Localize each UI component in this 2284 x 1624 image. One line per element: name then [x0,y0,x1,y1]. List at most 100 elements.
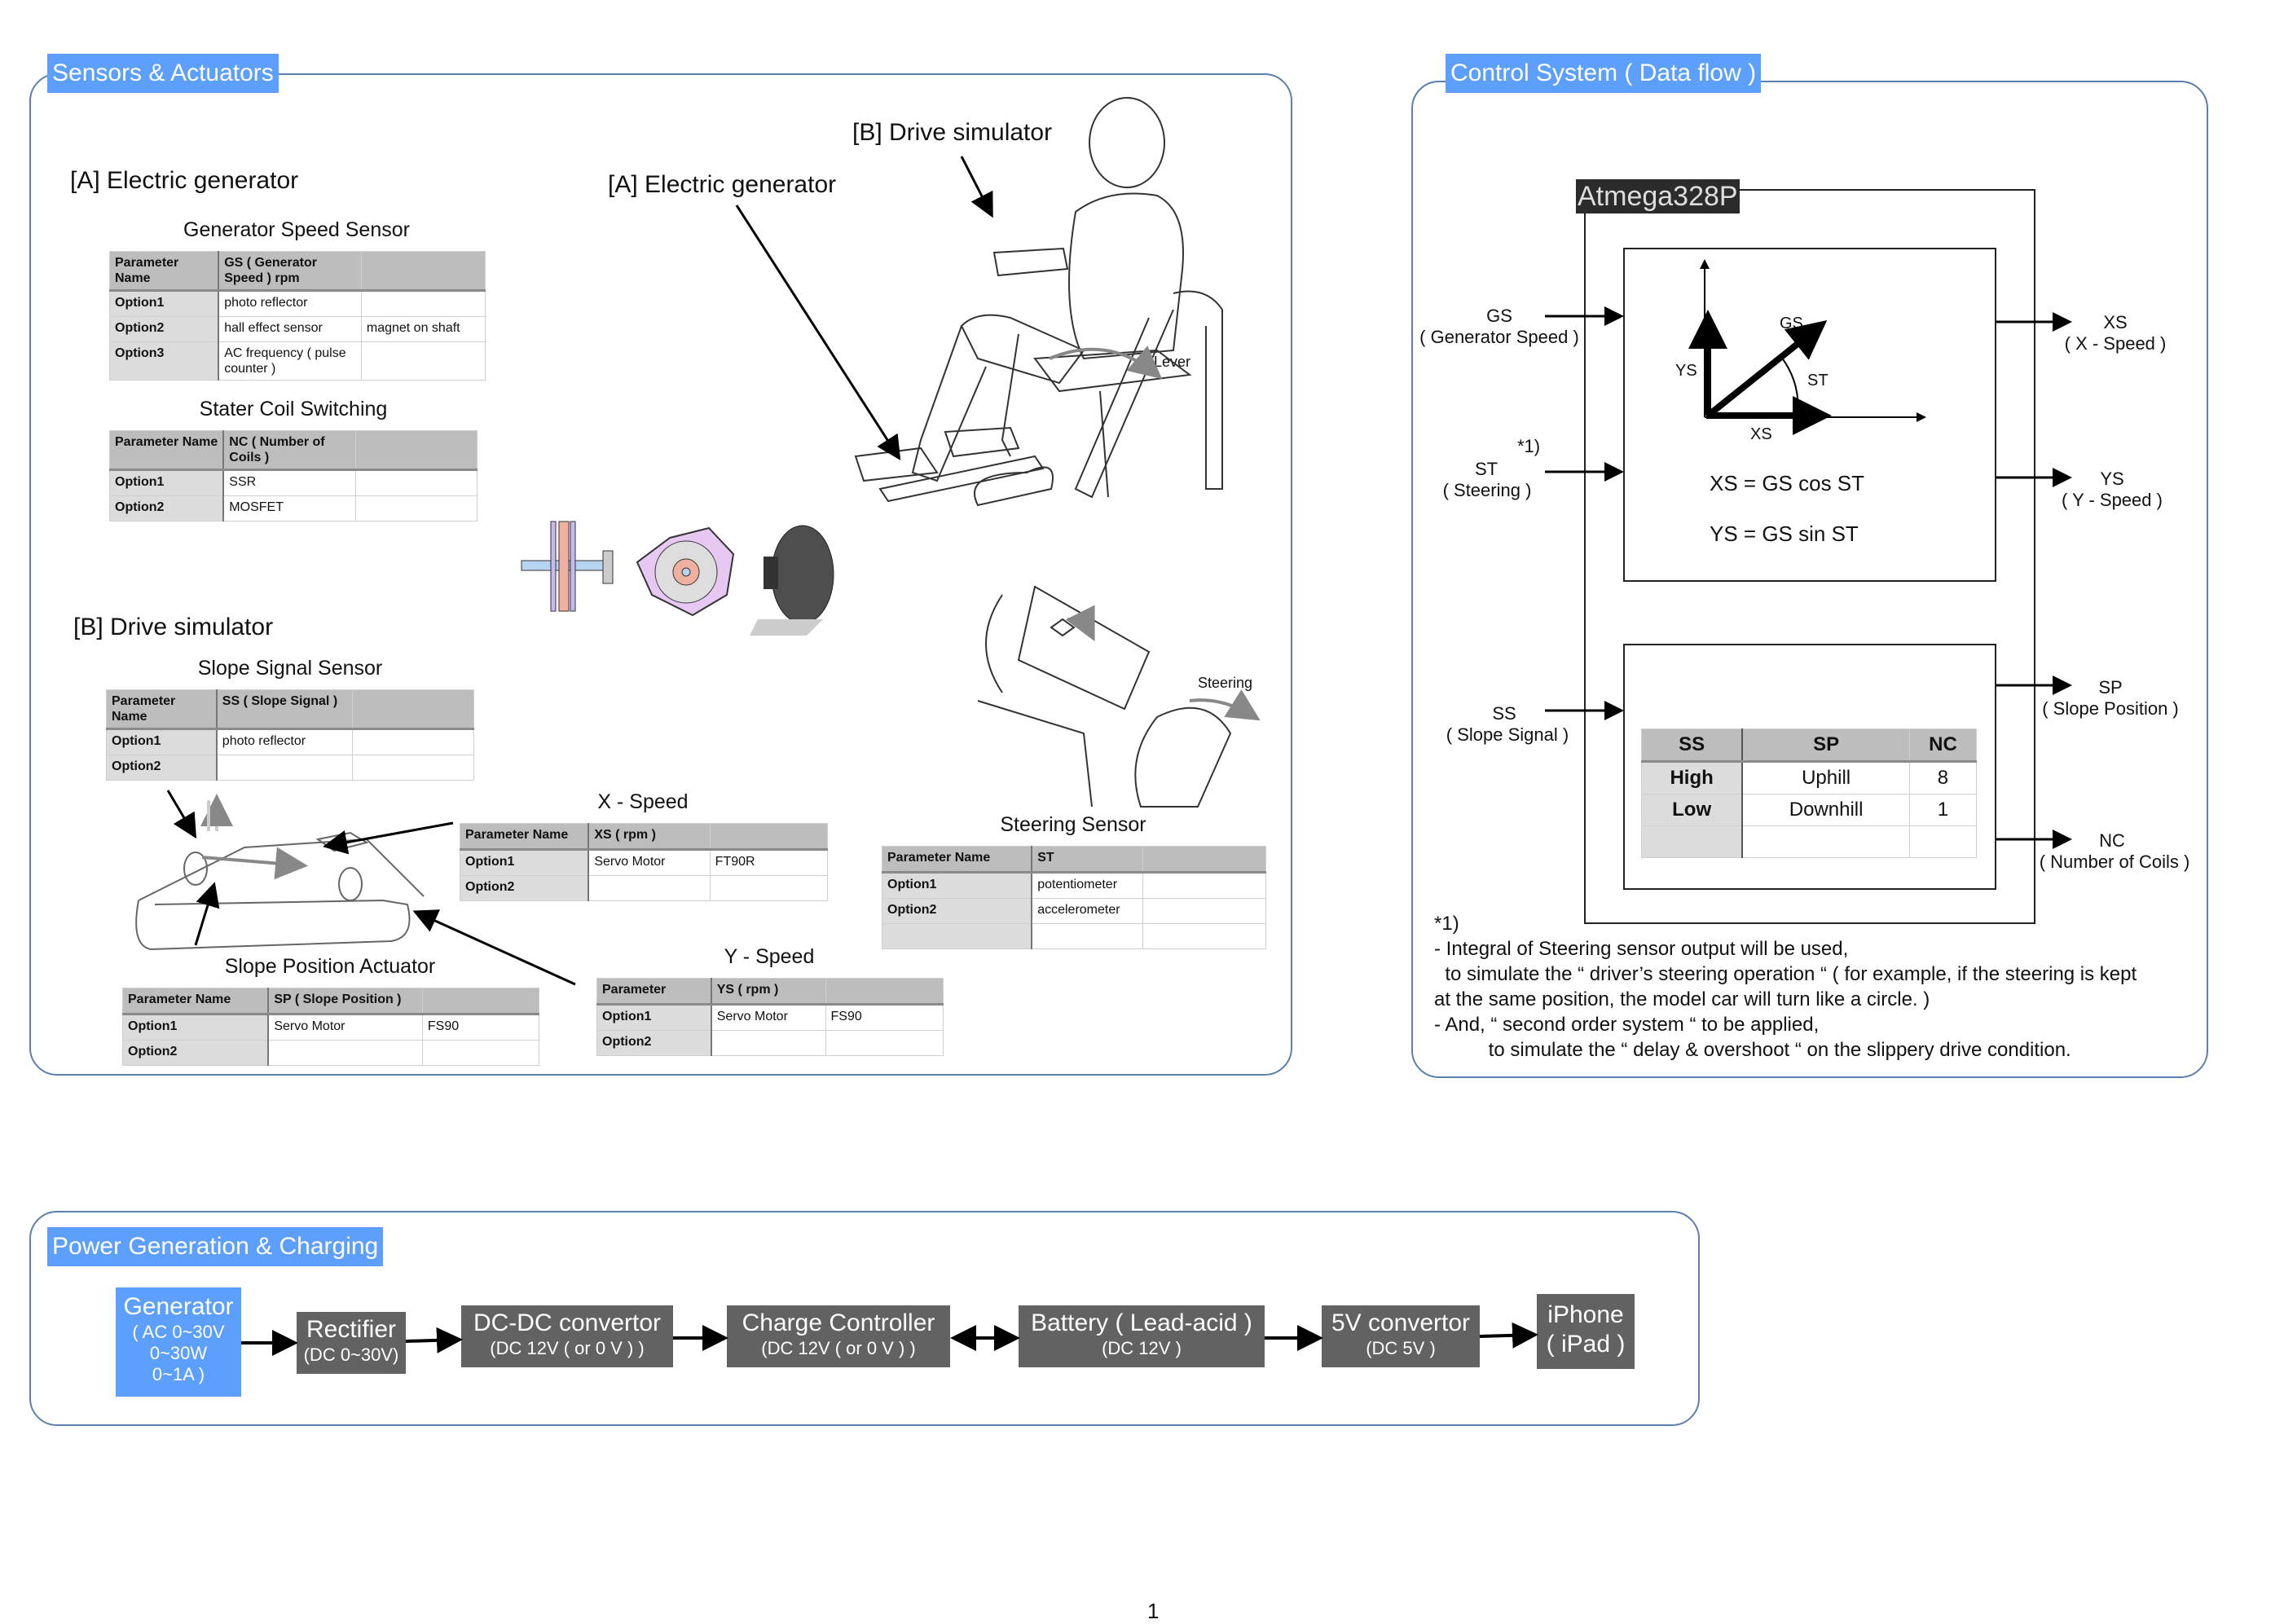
table-header-cell: Parameter Name [882,846,1033,874]
table-row: Option2 MOSFET [109,495,477,522]
table-cell [1741,825,1910,858]
table-cell: Downhill [1741,794,1910,826]
table-header-cell: Parameter Name [105,689,218,730]
table-cell [1031,923,1144,949]
input-gs-code: GS [1486,306,1512,326]
slope-signal-sensor-table: Parameter Name SS ( Slope Signal ) Option1… [105,689,474,781]
table-cell [1908,825,1978,858]
input-gs-desc: ( Generator Speed ) [1419,327,1579,347]
table-cell: Option1 [460,849,590,876]
table-cell: Option1 [109,469,225,496]
section-b-label: [B] Drive simulator [73,614,274,640]
control-system-title: Control System ( Data flow ) [1446,54,1762,93]
table-cell: MOSFET [222,495,357,522]
stater-coil-switching-table: Parameter Name NC ( Number of Coils ) Opti… [109,430,477,522]
output-ys-code: YS [2100,469,2124,489]
table-cell: Option3 [109,341,220,381]
table-cell: accelerometer [1031,898,1144,924]
illustration-label-electric-generator: [A] Electric generator [608,171,837,198]
power-block-sub: (DC 0~30V) [303,1345,399,1365]
table-header-cell: NC ( Number of Coils ) [222,430,357,471]
control-footnote: *1) - Integral of Steering sensor output … [1434,911,2137,1063]
input-st-code: ST [1474,459,1498,479]
input-ss-code: SS [1492,703,1516,724]
table-cell: Option2 [109,495,225,522]
table-cell: Option2 [105,755,218,781]
table-cell: Option1 [122,1014,270,1041]
power-block-iphone: iPhone ( iPad ) [1537,1294,1635,1369]
table-cell: Servo Motor [711,1004,826,1031]
table-cell: Low [1641,794,1744,826]
power-block-title: Generator [123,1293,234,1320]
table-row: Option1 Servo Motor FT90R [460,849,829,876]
table-cell: Option2 [596,1030,712,1056]
sensors-actuators-title: Sensors & Actuators [47,54,279,93]
table-header-cell: YS ( rpm ) [711,978,826,1006]
footnote-line: to simulate the “ delay & overshoot “ on… [1434,1039,2071,1061]
table-header-cell: SP ( Slope Position ) [267,988,423,1015]
table-header-cell: Parameter [596,978,712,1006]
table-header-row: Parameter Name SS ( Slope Signal ) [105,689,474,730]
table-header-row: Parameter Name XS ( rpm ) [460,823,829,851]
power-block-title: Rectifier [306,1316,397,1343]
generator-speed-sensor-title: Generator Speed Sensor [183,218,410,241]
input-st-note-ref: *1) [1516,436,1541,456]
generator-speed-sensor-table: Parameter Name GS ( Generator Speed ) rpm… [109,251,486,381]
table-cell [216,755,354,781]
table-header-cell [1142,846,1266,874]
table-row: Option2 [105,755,474,781]
table-row: Option2 accelerometer [882,898,1266,924]
table-cell: Option1 [596,1004,712,1031]
table-header-row: Parameter Name NC ( Number of Coils ) [109,430,477,471]
table-row: Option2 [122,1040,540,1066]
table-cell [709,875,829,901]
power-block-sub: ( iPad ) [1546,1331,1626,1358]
table-header-cell: SP [1741,728,1910,763]
formula-ys: YS = GS sin ST [1710,522,1859,546]
table-row: Option1 SSR [109,469,477,496]
power-block-charge-controller: Charge Controller (DC 12V ( or 0 V ) ) [727,1305,950,1367]
y-speed-table: Parameter YS ( rpm ) Option1 Servo Motor FS9… [596,978,944,1056]
table-cell [355,495,477,522]
table-cell: Option1 [882,872,1033,899]
table-header-row: SS SP NC [1641,728,1978,763]
power-block-sub: ( AC 0~30V [132,1322,225,1342]
table-header-cell [355,430,477,471]
table-header-cell [352,689,474,730]
y-speed-title: Y - Speed [724,945,815,968]
page-number: 1 [1147,1599,1160,1623]
power-block-sub: (DC 12V ( or 0 V ) ) [761,1338,916,1358]
table-cell: Option1 [105,728,218,755]
table-cell: magnet on shaft [360,316,486,342]
output-nc-code: NC [2099,830,2125,851]
table-row: Low Downhill 1 [1641,794,1978,826]
slope-signal-sensor-title: Slope Signal Sensor [197,657,383,680]
vector-label-gs: GS [1780,315,1803,332]
table-cell [1142,872,1266,899]
table-cell [360,290,486,317]
footnote-line: - And, “ second order system “ to be app… [1434,1014,1820,1036]
footnote-line: at the same position, the model car will… [1434,988,1930,1010]
vector-label-xs: XS [1750,425,1772,443]
table-cell [360,341,486,381]
footnote-line: to simulate the “ driver’s steering oper… [1434,963,2137,985]
table-header-row: Parameter Name SP ( Slope Position ) [122,988,540,1015]
power-block-generator: Generator ( AC 0~30V 0~30W 0~1A ) [116,1287,241,1397]
output-sp-code: SP [2098,677,2123,698]
power-block-5v-convertor: 5V convertor (DC 5V ) [1322,1305,1480,1367]
slope-position-actuator-table: Parameter Name SP ( Slope Position ) Optio… [122,988,540,1066]
table-cell: Uphill [1741,761,1910,794]
table-row: Option1 Servo Motor FS90 [122,1014,540,1041]
table-row: Option3 AC frequency ( pulse counter ) [109,341,486,381]
footnote-line: - Integral of Steering sensor output wil… [1434,938,1849,960]
section-a-label: [A] Electric generator [70,167,299,194]
table-cell: Option2 [460,875,590,901]
power-block-dcdc-convertor: DC-DC convertor (DC 12V ( or 0 V ) ) [461,1305,673,1367]
table-cell [421,1040,540,1066]
table-cell: Option2 [122,1040,270,1066]
steering-sensor-title: Steering Sensor [1000,813,1146,836]
table-cell: 1 [1908,794,1978,826]
table-row: Option1 Servo Motor FS90 [596,1004,944,1031]
table-header-cell: Parameter Name [109,430,225,471]
footnote-line: *1) [1434,913,1459,935]
